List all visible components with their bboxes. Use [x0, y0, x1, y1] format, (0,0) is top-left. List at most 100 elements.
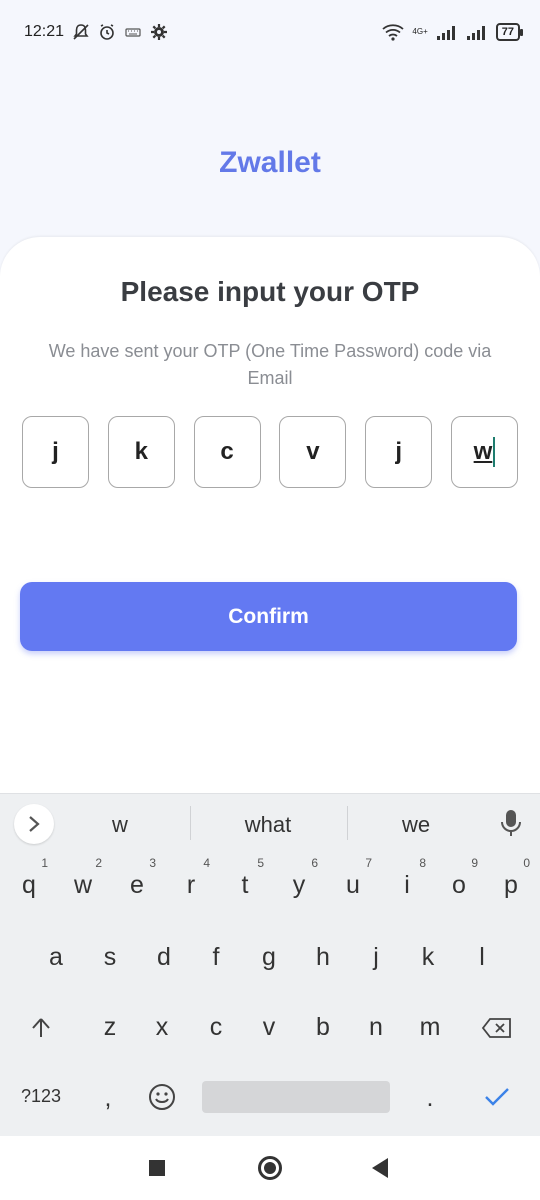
system-nav-bar	[0, 1136, 540, 1200]
signal-strength-icon-2	[466, 26, 485, 40]
key-j[interactable]: j	[349, 927, 403, 987]
otp-digit-6[interactable]: w	[450, 416, 518, 488]
suggestion-divider	[347, 806, 348, 840]
key-e[interactable]: e3	[110, 855, 164, 915]
otp-description: We have sent your OTP (One Time Password…	[48, 341, 492, 388]
otp-digit-1[interactable]: j	[22, 416, 89, 488]
suggestion-bar: w what we	[0, 794, 540, 854]
suggestion-divider	[190, 806, 191, 840]
app-brand-title: Zwallet	[219, 146, 321, 179]
key-label: y	[292, 871, 306, 899]
otp-digit-3-value: c	[220, 438, 234, 465]
key-a[interactable]: a	[29, 927, 83, 987]
key-f[interactable]: f	[189, 927, 243, 987]
key-hint: 1	[41, 856, 48, 870]
wifi-icon	[382, 24, 405, 41]
key-s[interactable]: s	[83, 927, 137, 987]
recent-apps-icon[interactable]	[149, 1160, 165, 1176]
suggestion-3[interactable]: we	[386, 812, 446, 838]
microphone-icon[interactable]	[500, 808, 522, 838]
emoji-key[interactable]	[135, 1066, 189, 1126]
otp-digit-5-value: j	[395, 438, 403, 465]
otp-digit-1-value: j	[52, 438, 59, 465]
otp-digit-2[interactable]: k	[107, 416, 175, 488]
signal-strength-icon	[436, 26, 455, 40]
key-label: t	[241, 871, 249, 899]
otp-digit-3[interactable]: c	[193, 416, 261, 488]
key-label: w	[73, 871, 93, 899]
status-bar: 12:21 4G+ 77	[0, 0, 540, 64]
chevron-right-icon	[29, 816, 40, 832]
key-hint: 2	[95, 856, 102, 870]
key-label: q	[22, 871, 36, 899]
enter-key[interactable]	[470, 1066, 524, 1126]
home-icon[interactable]	[258, 1156, 282, 1180]
key-label: i	[404, 871, 410, 899]
shift-arrow-icon	[32, 1018, 50, 1038]
key-v[interactable]: v	[242, 997, 296, 1057]
key-b[interactable]: b	[296, 997, 350, 1057]
key-n[interactable]: n	[349, 997, 403, 1057]
key-r[interactable]: r4	[164, 855, 218, 915]
confirm-button[interactable]: Confirm	[20, 582, 517, 651]
otp-card	[0, 237, 540, 793]
key-hint: 9	[471, 856, 478, 870]
otp-digit-6-value: w	[473, 438, 493, 465]
status-left: 12:21	[24, 23, 168, 41]
status-time: 12:21	[24, 23, 65, 40]
checkmark-icon	[485, 1088, 509, 1107]
key-y[interactable]: y6	[272, 855, 326, 915]
key-i[interactable]: i8	[380, 855, 434, 915]
battery-icon: 77	[495, 23, 524, 41]
key-label: o	[452, 871, 466, 899]
otp-title: Please input your OTP	[120, 276, 420, 307]
period-key[interactable]: .	[403, 1068, 457, 1128]
keyboard-icon	[125, 28, 141, 37]
backspace-key[interactable]	[470, 997, 524, 1057]
key-w[interactable]: w2	[56, 855, 110, 915]
notifications-off-icon	[73, 24, 89, 40]
suggestion-1[interactable]: w	[100, 812, 140, 838]
key-label: u	[346, 871, 360, 899]
key-hint: 4	[203, 856, 210, 870]
key-k[interactable]: k	[401, 927, 455, 987]
comma-key[interactable]: ,	[81, 1068, 135, 1128]
key-hint: 5	[257, 856, 264, 870]
key-label: p	[504, 871, 518, 899]
key-u[interactable]: u7	[326, 855, 380, 915]
text-cursor	[493, 437, 496, 467]
key-m[interactable]: m	[403, 997, 457, 1057]
shift-key[interactable]	[14, 997, 68, 1057]
key-l[interactable]: l	[455, 927, 509, 987]
key-hint: 7	[365, 856, 372, 870]
otp-digit-4[interactable]: v	[279, 416, 347, 488]
key-c[interactable]: c	[189, 997, 243, 1057]
suggestion-2[interactable]: what	[218, 812, 318, 838]
key-o[interactable]: o9	[432, 855, 486, 915]
key-hint: 8	[419, 856, 426, 870]
otp-digit-5[interactable]: j	[365, 416, 433, 488]
otp-digit-2-value: k	[134, 438, 148, 465]
network-type-label: 4G+	[412, 27, 428, 36]
alarm-icon	[100, 24, 114, 40]
key-x[interactable]: x	[135, 997, 189, 1057]
otp-digit-4-value: v	[306, 438, 320, 465]
expand-toolbar-button[interactable]	[14, 804, 54, 844]
otp-input-row: j k c v j w	[22, 416, 518, 488]
key-t[interactable]: t5	[218, 855, 272, 915]
spacebar-key[interactable]	[202, 1081, 390, 1113]
back-icon[interactable]	[372, 1158, 388, 1178]
key-d[interactable]: d	[137, 927, 191, 987]
symbols-key[interactable]: ?123	[14, 1066, 68, 1126]
settings-gear-icon	[151, 24, 168, 40]
key-q[interactable]: q1	[2, 855, 56, 915]
key-hint: 0	[523, 856, 530, 870]
key-g[interactable]: g	[242, 927, 296, 987]
key-p[interactable]: p0	[484, 855, 538, 915]
backspace-icon	[481, 1018, 511, 1039]
status-right: 4G+ 77	[382, 23, 524, 41]
emoji-icon	[149, 1084, 175, 1111]
key-h[interactable]: h	[296, 927, 350, 987]
key-hint: 3	[149, 856, 156, 870]
key-z[interactable]: z	[83, 997, 137, 1057]
